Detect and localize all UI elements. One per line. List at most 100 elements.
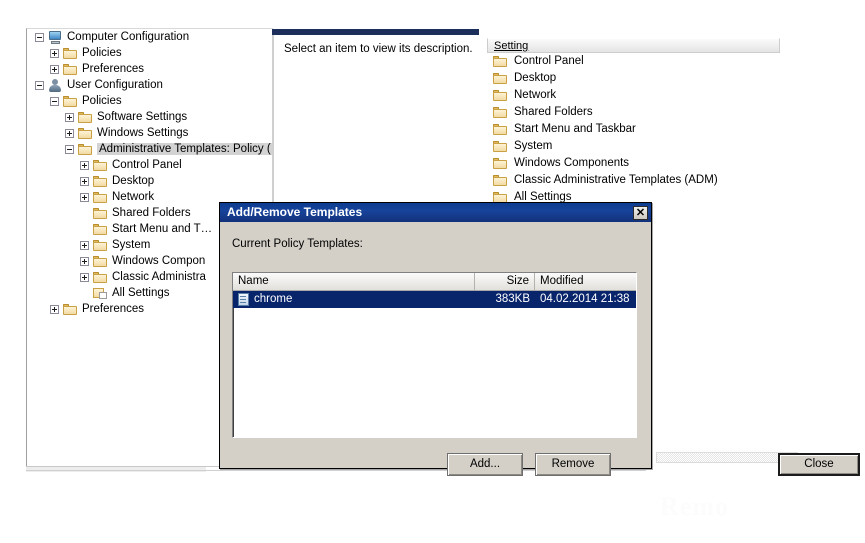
tree-item-label: Classic Administra (112, 271, 206, 283)
description-text: Select an item to view its description. (284, 43, 473, 55)
tree-item-label: Policies (82, 95, 122, 107)
setting-label: Network (514, 89, 557, 101)
template-name-label: chrome (254, 293, 293, 305)
settings-column-header-label: Setting (494, 40, 529, 52)
folder-icon (493, 89, 508, 101)
setting-label: Start Menu and Taskbar (514, 123, 636, 135)
current-policy-templates-label: Current Policy Templates: (232, 238, 363, 250)
column-header-name[interactable]: Name (233, 273, 475, 290)
folder-icon (93, 207, 108, 219)
collapse-icon[interactable] (35, 32, 44, 42)
tree-item-label: Control Panel (112, 159, 182, 171)
setting-row[interactable]: Desktop (487, 70, 780, 87)
folder-icon (93, 255, 108, 267)
template-row[interactable]: chrome 383KB 04.02.2014 21:38 (233, 291, 636, 308)
folder-icon (493, 55, 508, 67)
expand-icon[interactable] (50, 304, 59, 314)
expand-icon[interactable] (80, 176, 89, 186)
setting-label: Windows Components (514, 157, 630, 169)
tree-item-label: Windows Compon (112, 255, 206, 267)
column-header-size[interactable]: Size (475, 273, 535, 290)
tree-item-computer-configuration[interactable]: Computer Configuration (27, 29, 273, 45)
folder-icon (493, 157, 508, 169)
tree-item-policies[interactable]: Policies (27, 45, 273, 61)
tree-item-label: Software Settings (97, 111, 188, 123)
folder-icon (93, 223, 108, 235)
expand-icon[interactable] (80, 256, 89, 266)
collapse-icon[interactable] (35, 80, 44, 90)
tree-item-desktop[interactable]: Desktop (27, 173, 273, 189)
add-button[interactable]: Add... (447, 453, 523, 476)
all-settings-icon (93, 287, 108, 299)
tree-item-administrative-templates-policy[interactable]: Administrative Templates: Policy ( (27, 141, 273, 157)
folder-icon (63, 63, 78, 75)
tree-item-label: Policies (82, 47, 122, 59)
tree-item-policies[interactable]: Policies (27, 93, 273, 109)
collapse-icon[interactable] (50, 96, 59, 106)
dialog-body: Current Policy Templates: Name Size Modi… (220, 222, 860, 476)
setting-label: Shared Folders (514, 106, 593, 118)
tree-item-label: Desktop (112, 175, 155, 187)
folder-icon (78, 127, 93, 139)
close-icon[interactable]: ✕ (633, 206, 648, 220)
tree-item-software-settings[interactable]: Software Settings (27, 109, 273, 125)
expand-icon[interactable] (80, 192, 89, 202)
setting-label: Control Panel (514, 55, 584, 67)
folder-icon (78, 111, 93, 123)
user-icon (48, 78, 63, 92)
tree-item-label: Administrative Templates: Policy ( (97, 143, 273, 155)
folder-icon (493, 174, 508, 186)
tree-item-preferences[interactable]: Preferences (27, 61, 273, 77)
collapse-icon[interactable] (65, 144, 74, 154)
folder-icon (93, 191, 108, 203)
tree-item-user-configuration[interactable]: User Configuration (27, 77, 273, 93)
templates-listview[interactable]: Name Size Modified chrome 383KB 04.02.2014… (232, 272, 637, 438)
close-button[interactable]: Close (778, 453, 860, 476)
tree-item-label: System (112, 239, 151, 251)
tree-item-label: Preferences (82, 63, 145, 75)
tree-item-control-panel[interactable]: Control Panel (27, 157, 273, 173)
tree-item-windows-settings[interactable]: Windows Settings (27, 125, 273, 141)
settings-list[interactable]: Control Panel Desktop Network Shared Folder… (487, 53, 780, 206)
folder-icon (63, 303, 78, 315)
setting-row[interactable]: Start Menu and Taskbar (487, 121, 780, 138)
expand-icon[interactable] (50, 48, 59, 58)
tree-item-label: Preferences (82, 303, 145, 315)
setting-label: Desktop (514, 72, 557, 84)
tree-item-label: Shared Folders (112, 207, 191, 219)
dialog-title: Add/Remove Templates (227, 205, 363, 219)
setting-row[interactable]: Network (487, 87, 780, 104)
template-size-cell: 383KB (495, 293, 530, 305)
settings-horizontal-scrollbar[interactable] (656, 452, 798, 463)
setting-label: System (514, 140, 553, 152)
listview-header[interactable]: Name Size Modified (233, 273, 636, 291)
tree-item-label: User Configuration (67, 79, 163, 91)
setting-row[interactable]: Windows Components (487, 155, 780, 172)
expand-icon[interactable] (50, 64, 59, 74)
expand-icon[interactable] (65, 112, 74, 122)
folder-icon (493, 123, 508, 135)
folder-icon (93, 175, 108, 187)
dialog-titlebar[interactable]: Add/Remove Templates ✕ (220, 203, 651, 222)
expand-icon[interactable] (80, 240, 89, 250)
setting-row[interactable]: Shared Folders (487, 104, 780, 121)
expand-icon[interactable] (80, 272, 89, 282)
settings-column-header[interactable]: Setting (487, 38, 780, 53)
expand-icon[interactable] (65, 128, 74, 138)
tree-item-label: Computer Configuration (67, 31, 190, 43)
folder-icon (493, 72, 508, 84)
add-remove-templates-dialog[interactable]: Add/Remove Templates ✕ Current Policy Te… (219, 202, 860, 476)
expand-icon[interactable] (80, 160, 89, 170)
listview-rows[interactable]: chrome 383KB 04.02.2014 21:38 (233, 291, 636, 308)
template-modified-cell: 04.02.2014 21:38 (540, 293, 630, 305)
column-header-modified[interactable]: Modified (535, 273, 635, 290)
tree-item-label: Windows Settings (97, 127, 189, 139)
setting-row[interactable]: Classic Administrative Templates (ADM) (487, 172, 780, 189)
folder-icon (63, 95, 78, 107)
setting-row[interactable]: Control Panel (487, 53, 780, 70)
setting-row[interactable]: System (487, 138, 780, 155)
tree-item-label: Network (112, 191, 155, 203)
remove-button[interactable]: Remove (535, 453, 611, 476)
